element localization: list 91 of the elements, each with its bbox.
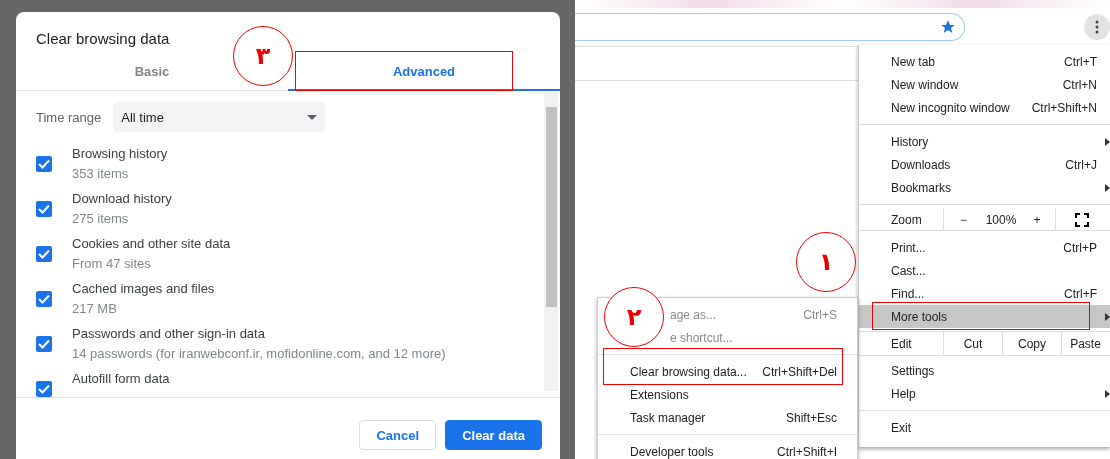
menu-item[interactable]: New incognito window Ctrl+Shift+N: [859, 96, 1110, 119]
menu-item-label: Downloads: [891, 157, 952, 172]
zoom-label: Zoom: [890, 211, 923, 229]
menu-item-label: New tab: [891, 54, 937, 69]
menu-item-label: New incognito window: [891, 100, 1011, 115]
menu-item-label: age as...: [670, 307, 718, 322]
submenu-arrow-icon: [1105, 389, 1110, 398]
edit-action-button[interactable]: Copy: [1002, 332, 1061, 355]
menu-item-label: Print...: [891, 240, 927, 255]
checkbox[interactable]: [36, 381, 52, 397]
shortcut-label: Shift+Esc: [785, 410, 837, 425]
menu-icon: [1095, 20, 1099, 34]
menu-item[interactable]: Print... Ctrl+P: [859, 236, 1110, 259]
option-detail: 14 passwords (for iranwebconf.ir, mofidonline.com, and 12 more): [72, 346, 446, 361]
time-range-select[interactable]: All time: [113, 102, 326, 132]
cancel-button[interactable]: Cancel: [359, 420, 437, 450]
option-detail: 353 items: [72, 166, 130, 181]
zoom-value: 100%: [984, 211, 1018, 229]
option-detail: 217 MB: [72, 301, 118, 316]
menu-item-label: New window: [891, 77, 960, 92]
menu-item-label: Settings: [891, 363, 936, 378]
menu-item-label: Extensions: [630, 387, 690, 402]
menu-item[interactable]: Extensions: [598, 383, 857, 406]
option-detail: From 47 sites: [72, 256, 152, 271]
edit-action-button[interactable]: Cut: [943, 332, 1002, 355]
menu-item-label: Clear browsing data...: [630, 364, 748, 379]
menu-item-label: Find...: [891, 286, 926, 301]
time-range-label: Time range: [36, 109, 102, 125]
menu-item-label: Cast...: [891, 263, 927, 278]
menu-item-label: Task manager: [630, 410, 707, 425]
menu-item[interactable]: Downloads Ctrl+J: [859, 153, 1110, 176]
menu-item-label: History: [891, 134, 930, 149]
option-label: Cookies and other site data: [72, 236, 231, 251]
option-label: Browsing history: [72, 146, 168, 161]
shortcut-label: Ctrl+S: [803, 307, 837, 322]
menu-item-label: More tools: [891, 309, 949, 324]
option-label: Autofill form data: [72, 371, 170, 386]
zoom-out-button[interactable]: −: [943, 208, 983, 231]
menu-item[interactable]: Settings: [859, 359, 1110, 382]
menu-item-label: e shortcut...: [670, 330, 734, 345]
option-label: Passwords and other sign-in data: [72, 326, 266, 341]
dialog-title: Clear browsing data: [35, 29, 171, 49]
step-number-circle: ۱: [796, 232, 856, 292]
submenu-arrow-icon: [1105, 137, 1110, 146]
menu-button[interactable]: [1084, 14, 1110, 40]
menu-item-label: Help: [891, 386, 917, 401]
shortcut-label: Ctrl+T: [1064, 54, 1097, 69]
fullscreen-icon: [1074, 212, 1089, 227]
tab[interactable]: Advanced: [364, 55, 484, 88]
dropdown-caret-icon: [307, 114, 318, 120]
menu-item[interactable]: Task manager Shift+Esc: [598, 406, 857, 429]
edit-label: Edit: [890, 335, 913, 353]
option-label: Download history: [72, 191, 172, 206]
edit-action-button[interactable]: Paste: [1061, 332, 1109, 355]
shortcut-label: Ctrl+Shift+Del: [762, 364, 837, 379]
option-label: Cached images and files: [72, 281, 215, 296]
option-detail: 275 items: [72, 211, 130, 226]
checkbox[interactable]: [36, 201, 52, 217]
tab[interactable]: Basic: [102, 55, 202, 88]
checkbox[interactable]: [36, 336, 52, 352]
scrollbar[interactable]: [544, 93, 558, 391]
shortcut-label: Ctrl+Shift+N: [1031, 100, 1097, 115]
menu-item[interactable]: Exit: [859, 416, 1110, 439]
menu-item-label: Exit: [891, 420, 912, 435]
menu-item[interactable]: History: [859, 130, 1110, 153]
menu-item[interactable]: Bookmarks: [859, 176, 1110, 199]
checkbox[interactable]: [36, 291, 52, 307]
shortcut-label: Ctrl+J: [1065, 157, 1097, 172]
menu-item[interactable]: Find... Ctrl+F: [859, 282, 1110, 305]
zoom-in-button[interactable]: +: [1019, 208, 1055, 231]
menu-item-label: Bookmarks: [891, 180, 953, 195]
star-icon: [940, 19, 956, 35]
clear-data-button[interactable]: Clear data: [445, 420, 542, 450]
shortcut-label: Ctrl+P: [1063, 240, 1097, 255]
submenu-arrow-icon: [1105, 312, 1110, 321]
shortcut-label: Ctrl+N: [1062, 77, 1097, 92]
shortcut-label: Ctrl+Shift+I: [776, 444, 837, 459]
menu-item[interactable]: New window Ctrl+N: [859, 73, 1110, 96]
checkbox[interactable]: [36, 246, 52, 262]
menu-item[interactable]: More tools: [859, 305, 1110, 328]
menu-item[interactable]: age as... Ctrl+S: [670, 303, 857, 326]
menu-item[interactable]: e shortcut...: [670, 326, 857, 349]
shortcut-label: Ctrl+F: [1064, 286, 1097, 301]
menu-item[interactable]: Help: [859, 382, 1110, 405]
checkbox[interactable]: [36, 156, 52, 172]
menu-item-label: Developer tools: [630, 444, 715, 459]
submenu-arrow-icon: [1105, 183, 1110, 192]
menu-item[interactable]: Clear browsing data... Ctrl+Shift+Del: [598, 360, 857, 383]
menu-item[interactable]: Developer tools Ctrl+Shift+I: [598, 440, 857, 459]
menu-item[interactable]: New tab Ctrl+T: [859, 50, 1110, 73]
menu-item[interactable]: Cast...: [859, 259, 1110, 282]
